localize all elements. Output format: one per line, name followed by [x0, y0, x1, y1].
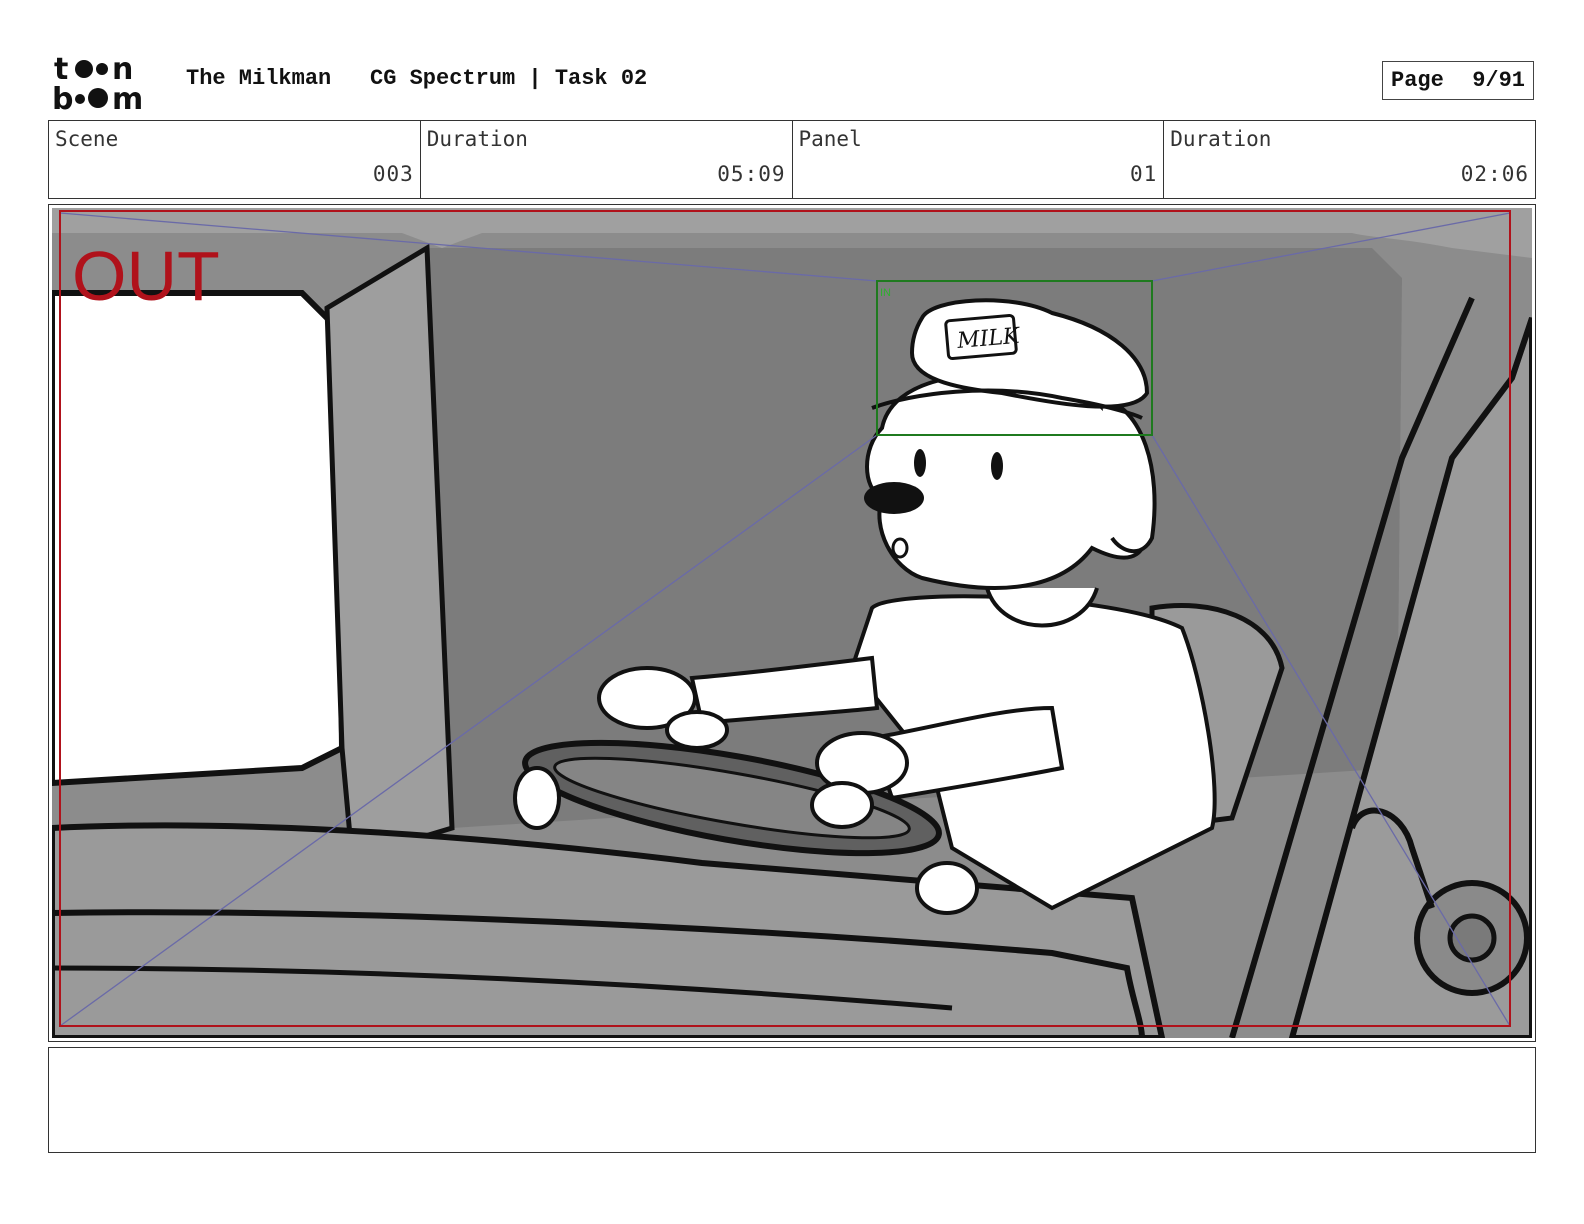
task-title: CG Spectrum | Task 02: [370, 66, 648, 91]
scene-value: 003: [372, 162, 414, 186]
scene-cell: Scene 003: [49, 121, 421, 198]
in-label: IN: [880, 287, 891, 299]
panel-duration-value: 02:06: [1460, 162, 1529, 186]
panel-label: Panel: [798, 127, 862, 151]
page-indicator: Page 9/91: [1382, 61, 1534, 100]
panel-duration-label: Duration: [1170, 127, 1272, 151]
panel-duration-cell: Duration 02:06: [1164, 121, 1535, 198]
page-label: Page: [1391, 68, 1444, 93]
scene-duration-cell: Duration 05:09: [421, 121, 793, 198]
panel-value: 01: [1129, 162, 1158, 186]
project-title: The Milkman: [186, 66, 332, 91]
storyboard-drawing: MILK IN OUT: [52, 208, 1532, 1038]
out-label: OUT: [72, 237, 220, 315]
scene-duration-value: 05:09: [717, 162, 786, 186]
scene-label: Scene: [55, 127, 119, 151]
page-number: 9/91: [1472, 68, 1525, 93]
panel-info-row: Scene 003 Duration 05:09 Panel 01 Durati…: [48, 120, 1536, 199]
scene-duration-label: Duration: [426, 127, 528, 151]
panel-notes-box[interactable]: [48, 1047, 1536, 1153]
toon-boom-logo: t n b m: [52, 52, 143, 112]
svg-text:m: m: [112, 82, 143, 112]
panel-cell: Panel 01: [793, 121, 1165, 198]
svg-text:b: b: [52, 82, 73, 112]
